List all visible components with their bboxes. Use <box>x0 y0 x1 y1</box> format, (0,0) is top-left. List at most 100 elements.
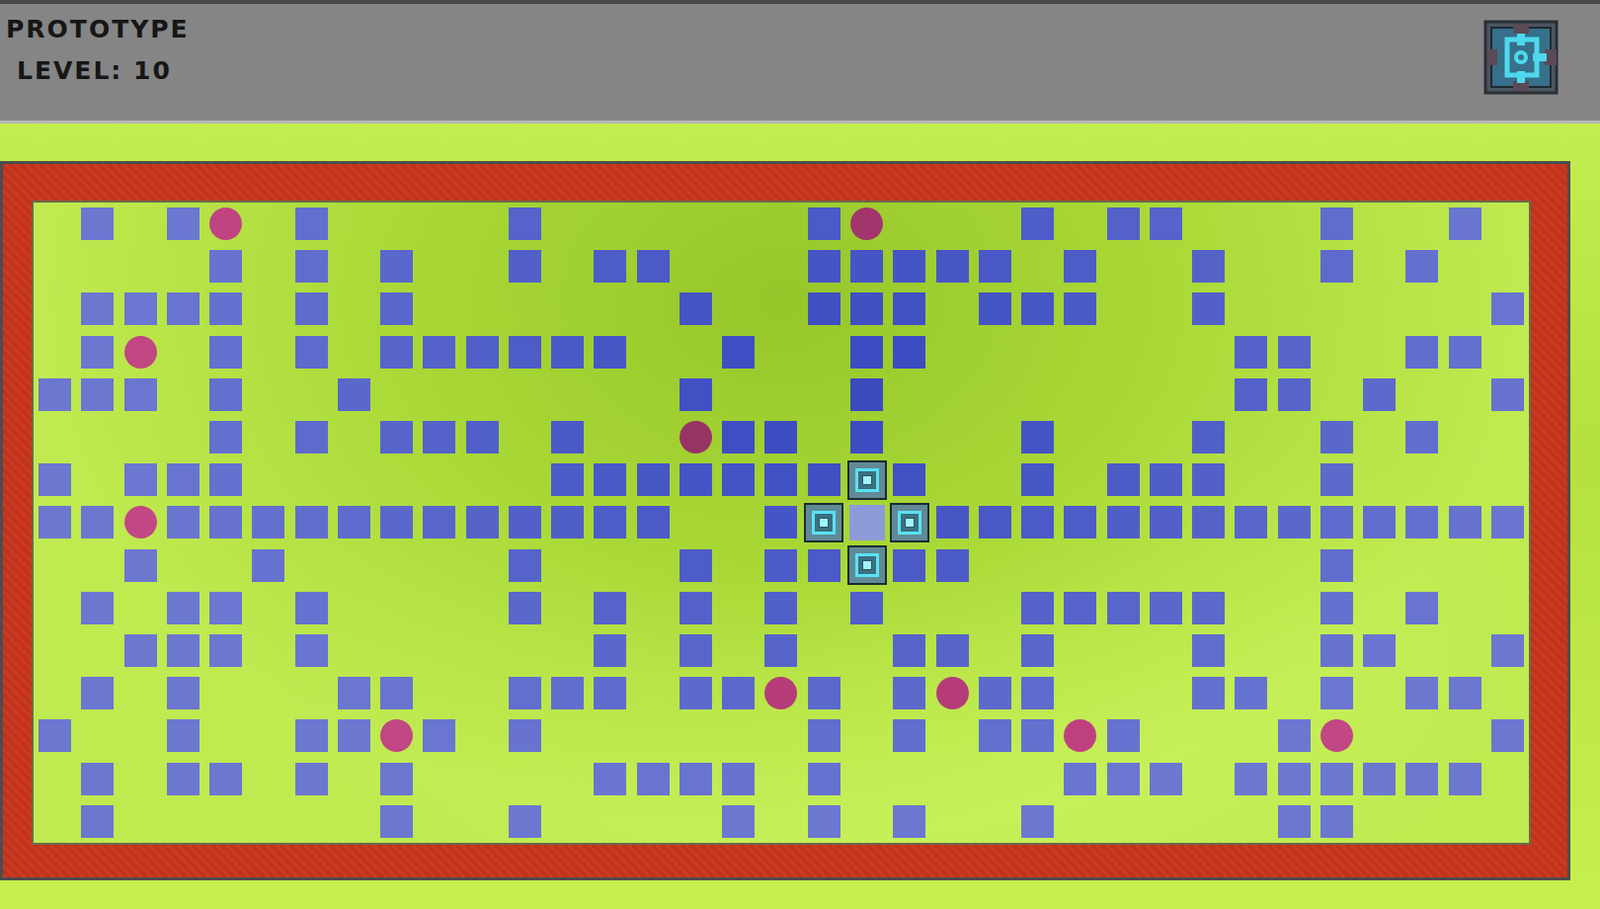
board-cell <box>546 202 589 245</box>
board-cell <box>33 800 77 843</box>
board-cell <box>1272 373 1315 416</box>
board-cell <box>802 458 846 501</box>
board-cell <box>1016 287 1059 330</box>
player-block[interactable] <box>889 502 930 543</box>
board-cell <box>503 586 547 630</box>
board-cell <box>76 800 119 843</box>
wall-block <box>38 505 72 539</box>
board-cell <box>332 586 376 630</box>
board-cell <box>717 500 760 544</box>
player-block[interactable] <box>803 502 844 543</box>
board-cell <box>461 800 504 843</box>
wall-block <box>1021 463 1054 496</box>
player-block[interactable] <box>847 545 887 585</box>
board-cell <box>1442 500 1486 544</box>
board-cell <box>290 629 333 672</box>
board-cell <box>1101 287 1144 330</box>
orb-pickup[interactable] <box>124 335 158 369</box>
board-cell <box>1187 244 1230 288</box>
wall-block <box>721 762 755 796</box>
wall-block <box>637 505 670 539</box>
wall-block <box>209 762 242 796</box>
orb-pickup[interactable] <box>1320 719 1354 752</box>
board-cell <box>1272 458 1315 501</box>
board-cell <box>503 202 547 245</box>
wall-block <box>508 549 542 582</box>
wall-block <box>978 249 1012 283</box>
board-cell <box>332 500 376 544</box>
board-cell <box>246 671 290 715</box>
board-cell <box>1272 586 1315 630</box>
board-cell <box>1101 415 1144 459</box>
player-block-dot <box>862 475 873 485</box>
board-cell <box>1016 757 1059 800</box>
board-cell <box>246 544 290 587</box>
orb-pickup[interactable] <box>1063 719 1097 752</box>
board-cell <box>119 757 162 800</box>
board-cell <box>930 373 973 416</box>
wall-block <box>380 804 413 838</box>
board-cell <box>632 629 675 672</box>
orb-pickup[interactable] <box>124 505 158 539</box>
board-cell <box>632 373 675 416</box>
wall-block <box>380 505 413 539</box>
board-cell <box>290 714 333 757</box>
board-cell <box>1187 202 1230 245</box>
orb-pickup[interactable] <box>679 420 713 454</box>
board-cell <box>1144 287 1188 330</box>
player-block-ring <box>811 510 836 535</box>
wall-block <box>807 719 841 752</box>
board-cell <box>417 757 461 800</box>
board-cell <box>1315 202 1359 245</box>
board-cell <box>417 244 461 288</box>
board-cell <box>417 586 461 630</box>
board-cell <box>33 500 77 544</box>
board-cell <box>1442 671 1486 715</box>
board-cell <box>119 244 162 288</box>
board-cell <box>1315 714 1359 757</box>
board-cell <box>461 586 504 630</box>
board-cell <box>290 244 333 288</box>
wall-block <box>1021 505 1054 539</box>
orb-pickup[interactable] <box>209 207 242 240</box>
wall-block <box>593 634 627 667</box>
wall-block <box>679 591 713 625</box>
board-cell <box>1144 373 1188 416</box>
board-cell <box>204 629 247 672</box>
board-cell <box>1058 202 1102 245</box>
wall-block <box>209 420 242 454</box>
board-cell <box>1144 202 1188 245</box>
player-block[interactable] <box>847 460 887 500</box>
board-cell <box>161 373 205 416</box>
orb-pickup[interactable] <box>764 676 798 710</box>
orb-pickup[interactable] <box>380 719 413 752</box>
board-cell <box>930 757 973 800</box>
board-cell <box>674 544 718 587</box>
orb-pickup[interactable] <box>936 676 969 710</box>
board-cell <box>759 714 802 757</box>
board-cell <box>588 458 632 501</box>
board-cell <box>1016 714 1059 757</box>
board-cell <box>204 714 247 757</box>
board-cell <box>546 800 589 843</box>
board-cell <box>76 714 119 757</box>
wall-block <box>637 249 670 283</box>
board-cell <box>1358 202 1401 245</box>
settings-button[interactable] <box>1483 19 1559 95</box>
wall-block <box>807 249 841 283</box>
board-cell <box>588 500 632 544</box>
wall-block <box>1320 549 1354 582</box>
board-cell <box>33 671 77 715</box>
board-cell <box>417 373 461 416</box>
board-cell <box>588 586 632 630</box>
gear-icon <box>1483 19 1559 95</box>
wall-block <box>80 207 114 240</box>
orb-pickup[interactable] <box>850 207 883 240</box>
board-cell <box>204 544 247 587</box>
board-cell <box>119 544 162 587</box>
board-cell <box>503 500 547 544</box>
board-cell <box>290 415 333 459</box>
wall-block <box>422 719 456 752</box>
board-cell <box>1272 671 1315 715</box>
board-cell <box>588 202 632 245</box>
